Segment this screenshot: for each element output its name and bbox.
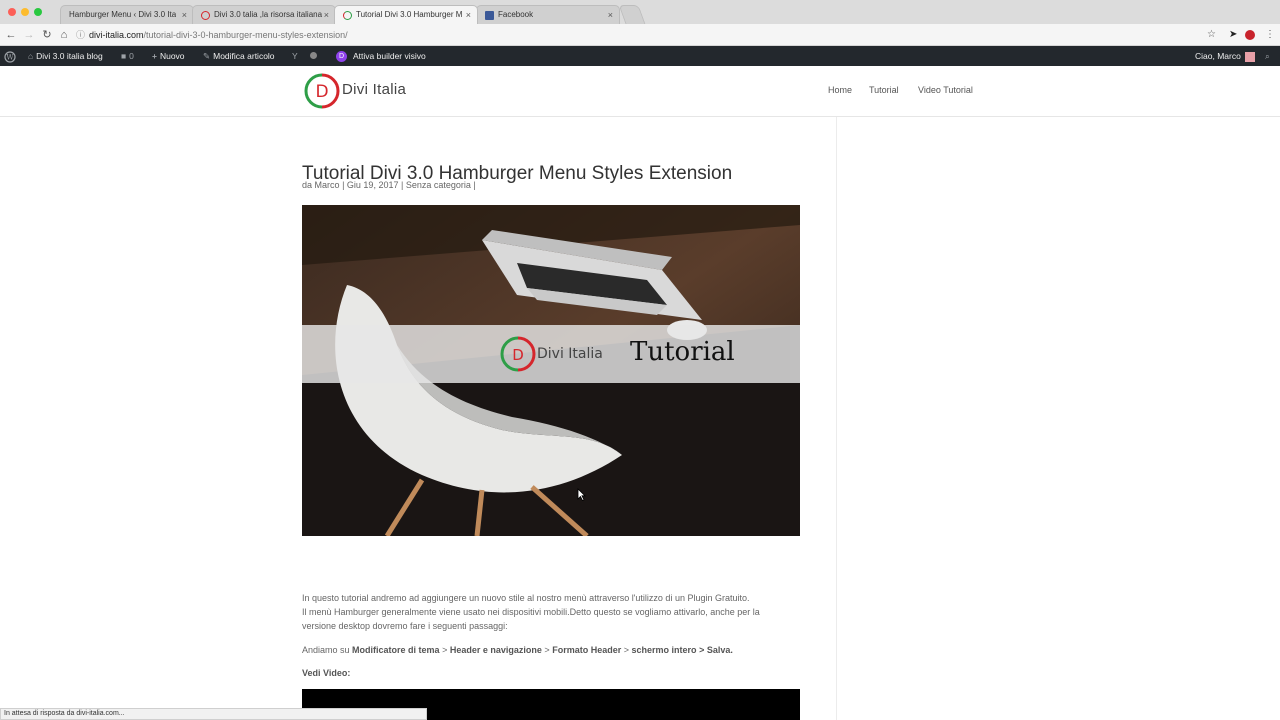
paragraph-1: In questo tutorial andremo ad aggiungere… <box>302 593 750 603</box>
address-bar[interactable]: ⓘ divi-italia.com/tutorial-divi-3-0-hambu… <box>76 27 1222 43</box>
info-icon[interactable]: ⓘ <box>76 30 85 40</box>
divi-italia-icon <box>201 10 210 20</box>
tab-close-icon[interactable]: × <box>608 6 613 24</box>
reload-icon[interactable]: ↻ <box>40 27 54 43</box>
paragraph-steps: Andiamo su Modificatore di tema > Header… <box>302 643 822 657</box>
extension-cursor-icon[interactable]: ➤ <box>1229 27 1237 43</box>
meta-separator: | <box>342 180 345 190</box>
site-name-link[interactable]: ⌂ Divi 3.0 italia blog <box>28 46 103 66</box>
dashboard-icon: ⌂ <box>28 51 34 61</box>
step-arrow: > <box>699 645 705 655</box>
greeting-label: Ciao, Marco <box>1195 51 1241 61</box>
tab-title: Facebook <box>498 10 534 19</box>
url-path: /tutorial-divi-3-0-hamburger-menu-styles… <box>143 30 348 40</box>
wp-admin-bar: W ⌂ Divi 3.0 italia blog ■ 0 + Nuovo ✎ Modif… <box>0 46 1280 66</box>
comment-icon: ■ <box>121 51 127 61</box>
forward-arrow-icon[interactable]: → <box>22 27 36 43</box>
meta-prefix: da <box>302 180 313 190</box>
account-link[interactable]: Ciao, Marco <box>1195 46 1255 66</box>
steps-prefix: Andiamo su <box>302 645 350 655</box>
comments-count: 0 <box>129 51 134 61</box>
browser-tab[interactable]: Hamburger Menu ‹ Divi 3.0 Ita × <box>60 5 194 24</box>
tab-title: Divi 3.0 talia ,la risorsa italiana <box>214 10 323 19</box>
visual-builder-link[interactable]: D Attiva builder visivo <box>336 46 426 66</box>
avatar <box>1244 51 1255 62</box>
url-domain: divi-italia.com <box>89 30 144 40</box>
paragraph-intro: In questo tutorial andremo ad aggiungere… <box>302 591 782 633</box>
tab-close-icon[interactable]: × <box>466 6 471 24</box>
wordpress-icon[interactable]: W <box>4 46 16 66</box>
meta-separator: | <box>400 180 404 190</box>
svg-text:D: D <box>512 346 524 364</box>
new-label: Nuovo <box>159 51 185 61</box>
plus-icon: + <box>152 51 157 61</box>
nav-video-tutorial[interactable]: Video Tutorial <box>918 85 973 95</box>
meta-separator: | <box>473 180 476 190</box>
post-date: Giu 19, 2017 <box>346 180 399 190</box>
browser-tab[interactable]: Facebook × <box>476 5 620 24</box>
divi-italia-logo-icon[interactable]: D <box>304 73 340 109</box>
desk-chair-laptop-photo: D Divi Italia Tutorial <box>302 205 800 536</box>
mouse-cursor-icon <box>577 488 586 501</box>
site-logo-text[interactable]: Divi Italia <box>342 81 406 98</box>
video-heading: Vedi Video: <box>302 666 782 680</box>
new-content-link[interactable]: + Nuovo <box>152 46 185 66</box>
builder-label: Attiva builder visivo <box>353 51 426 61</box>
step-arrow: > <box>544 645 550 655</box>
sidebar-divider <box>836 117 837 720</box>
bookmark-star-icon[interactable]: ☆ <box>1207 27 1216 43</box>
browser-tab-strip: Hamburger Menu ‹ Divi 3.0 Ita × Divi 3.0… <box>0 0 1280 24</box>
step-arrow: > <box>442 645 448 655</box>
divi-italia-icon <box>343 10 352 20</box>
minimize-window-button[interactable] <box>21 8 29 16</box>
search-icon[interactable]: ⌕ <box>1265 46 1270 66</box>
video-label: Vedi Video: <box>302 668 351 678</box>
divi-builder-icon: D <box>336 51 347 63</box>
nav-home[interactable]: Home <box>828 85 852 95</box>
site-header: D Divi Italia Home Tutorial Video Tutori… <box>0 66 1280 117</box>
back-arrow-icon[interactable]: ← <box>4 27 18 43</box>
tab-title: Tutorial Divi 3.0 Hamburger M <box>356 10 463 19</box>
browser-menu-icon[interactable]: ⋮ <box>1265 27 1275 43</box>
home-icon[interactable]: ⌂ <box>57 27 71 43</box>
tab-title: Hamburger Menu ‹ Divi 3.0 Ita <box>69 10 177 19</box>
seo-status-dot-icon <box>310 52 317 59</box>
step-2: Header e navigazione <box>449 645 542 655</box>
browser-toolbar: ← → ↻ ⌂ ⓘ divi-italia.com/tutorial-divi-3… <box>0 24 1280 46</box>
maximize-window-button[interactable] <box>34 8 42 16</box>
banner-logo-text: Divi Italia <box>537 346 603 362</box>
author-link[interactable]: Marco <box>315 180 340 190</box>
site-name-label: Divi 3.0 italia blog <box>36 51 103 61</box>
tab-close-icon[interactable]: × <box>324 6 329 24</box>
featured-image: D Divi Italia Tutorial <box>302 205 800 536</box>
paragraph-2: Il menù Hamburger generalmente viene usa… <box>302 607 760 631</box>
step-3: Formato Header <box>552 645 622 655</box>
browser-tab-active[interactable]: Tutorial Divi 3.0 Hamburger M × <box>334 5 478 24</box>
facebook-icon <box>485 10 494 20</box>
step-5: Salva. <box>706 645 733 655</box>
close-window-button[interactable] <box>8 8 16 16</box>
step-1: Modificatore di tema <box>352 645 440 655</box>
edit-post-link[interactable]: ✎ Modifica articolo <box>203 46 275 66</box>
browser-tab[interactable]: Divi 3.0 talia ,la risorsa italiana × <box>192 5 336 24</box>
tab-close-icon[interactable]: × <box>182 6 187 24</box>
browser-status-bar: In attesa di risposta da divi-italia.com… <box>0 708 427 720</box>
new-tab-button[interactable] <box>618 5 646 24</box>
svg-text:W: W <box>6 53 14 61</box>
edit-label: Modifica articolo <box>213 51 275 61</box>
step-4: schermo intero <box>631 645 697 655</box>
category-link[interactable]: Senza categoria <box>406 180 471 190</box>
banner-tutorial-text: Tutorial <box>630 337 735 367</box>
yoast-icon[interactable]: Y <box>292 46 298 66</box>
step-arrow: > <box>623 645 630 655</box>
svg-text:D: D <box>315 82 328 102</box>
pencil-icon: ✎ <box>203 51 211 61</box>
post-meta: da Marco | Giu 19, 2017 | Senza categori… <box>302 180 476 190</box>
comments-link[interactable]: ■ 0 <box>121 46 134 66</box>
pinterest-icon[interactable] <box>1245 30 1255 40</box>
nav-tutorial[interactable]: Tutorial <box>869 85 899 95</box>
